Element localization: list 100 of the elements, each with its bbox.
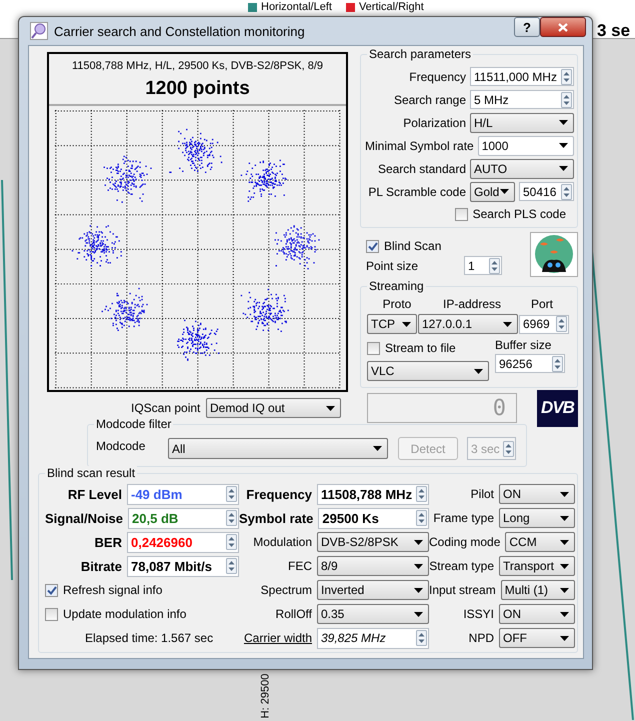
close-button[interactable]	[540, 17, 586, 37]
magnifier-icon	[30, 22, 48, 40]
spin-arrows-icon	[416, 510, 427, 526]
column-label: Proto	[382, 297, 412, 311]
field-label: Modcode	[96, 438, 146, 452]
group-title: Modcode filter	[94, 417, 174, 431]
caret-icon	[560, 636, 569, 640]
caret-icon	[560, 588, 569, 592]
dropdown[interactable]: All	[168, 438, 388, 459]
caret-icon	[402, 322, 411, 326]
spin-box[interactable]: 20,5 dB	[128, 508, 239, 528]
caret-icon	[560, 540, 569, 544]
checkbox[interactable]	[454, 208, 468, 220]
caret-icon	[414, 540, 423, 544]
dropdown[interactable]: Multi (1)	[500, 580, 575, 600]
spin-arrows-icon	[561, 92, 572, 108]
cat-and-fish-icon	[530, 232, 578, 277]
dropdown[interactable]: AUTO	[470, 158, 574, 178]
spin-arrows-icon	[561, 184, 572, 200]
dropdown[interactable]: 127.0.0.1	[418, 314, 518, 334]
field-label: Signal/Noise	[45, 510, 124, 526]
field-label: Pilot	[470, 487, 494, 501]
dropdown[interactable]: Gold	[470, 182, 515, 202]
field-label: Frame type	[433, 511, 494, 525]
window-title: Carrier search and Constellation monitoring	[54, 24, 306, 38]
field-label: Bitrate	[80, 558, 122, 574]
axis-label: H: 29500	[259, 674, 272, 718]
legend-label: Vertical/Right	[358, 1, 424, 14]
field-label: Frequency	[246, 486, 312, 502]
field-label: IQScan point	[131, 401, 201, 415]
caret-icon	[560, 564, 569, 568]
dropdown[interactable]: TCP	[367, 314, 417, 334]
spin-arrows-icon	[226, 486, 237, 502]
spin-box[interactable]: 11511,000 MHz	[470, 67, 574, 86]
dropdown[interactable]: Inverted	[317, 580, 429, 600]
spin-box[interactable]: 0,2426960	[127, 532, 239, 552]
field-label: Symbol rate	[239, 510, 314, 526]
dropdown[interactable]: ON	[499, 484, 575, 504]
checkbox[interactable]	[45, 584, 58, 596]
caret-icon	[414, 612, 423, 616]
spin-box[interactable]: 29500 Ks	[318, 508, 429, 528]
carrier-width-link[interactable]: Carrier width	[244, 631, 312, 645]
field-label: Modulation	[253, 535, 312, 549]
caret-icon	[560, 516, 569, 520]
dropdown[interactable]: DVB-S2/8PSK	[317, 532, 429, 552]
spin-arrows-icon	[416, 630, 427, 646]
checkbox-label: Refresh signal info	[63, 583, 162, 597]
spin-box[interactable]: -49 dBm	[127, 484, 239, 504]
caret-icon	[474, 368, 483, 374]
field-label: Stream type	[429, 559, 494, 573]
dropdown[interactable]: ON	[499, 604, 575, 624]
lcd-digit: 0	[492, 396, 506, 420]
dropdown[interactable]: VLC	[367, 361, 489, 381]
checkbox-label: Search PLS code	[472, 207, 566, 221]
help-button[interactable]: ?	[514, 17, 540, 37]
dropdown[interactable]: Demod IQ out	[206, 398, 341, 418]
spin-arrows-icon	[226, 558, 237, 574]
legend-label: Horizontal/Left	[261, 1, 332, 14]
group-title: Search parameters	[367, 47, 474, 61]
dropdown[interactable]: OFF	[499, 628, 575, 648]
field-label: Polarization	[403, 116, 466, 130]
point-count: 1200 points	[144, 78, 251, 100]
field-label: BER	[94, 534, 122, 550]
caret-icon	[326, 406, 335, 410]
caret-icon	[503, 322, 512, 326]
field-label: ISSYI	[463, 607, 494, 621]
checkbox[interactable]	[366, 240, 379, 252]
checkbox-label: Blind Scan	[384, 239, 442, 253]
caret-icon	[414, 588, 423, 592]
chart-title: 3 se	[597, 20, 630, 42]
spin-box[interactable]: 50416	[519, 182, 574, 201]
checkbox[interactable]	[45, 608, 58, 620]
checkbox-label: Stream to file	[385, 341, 456, 355]
spin-box[interactable]: 78,087 Mbit/s	[127, 556, 239, 576]
dropdown[interactable]: 0.35	[317, 604, 429, 624]
spin-box[interactable]: 96256	[495, 354, 565, 373]
dropdown[interactable]: Transport	[499, 556, 575, 576]
dropdown[interactable]: Long	[499, 508, 575, 528]
spin-arrows-icon	[556, 316, 567, 332]
spin-box[interactable]: 5 MHz	[470, 90, 574, 109]
caret-icon	[560, 492, 569, 496]
combo-box[interactable]: 1000	[478, 136, 574, 156]
spin-box[interactable]: 1	[464, 256, 502, 275]
spin-arrows-icon	[561, 68, 572, 84]
field-label: Minimal Symbol rate	[365, 138, 474, 152]
group-title: Blind scan result	[45, 466, 138, 480]
caret-icon	[414, 564, 423, 568]
dropdown[interactable]: 8/9	[317, 556, 429, 576]
group-title: Streaming	[367, 279, 426, 293]
field-label: Search range	[394, 92, 466, 106]
spin-box[interactable]: 39,825 MHz	[317, 628, 429, 648]
spin-box[interactable]: 11508,788 MHz	[317, 484, 429, 504]
checkbox[interactable]	[367, 342, 380, 354]
field-label: Spectrum	[260, 583, 312, 597]
dropdown[interactable]: CCM	[505, 532, 575, 552]
caret-icon	[559, 120, 568, 125]
field-label: RF Level	[68, 486, 122, 502]
field-label: Search standard	[378, 162, 466, 176]
spin-box[interactable]: 6969	[519, 314, 569, 334]
dropdown[interactable]: H/L	[470, 112, 574, 132]
